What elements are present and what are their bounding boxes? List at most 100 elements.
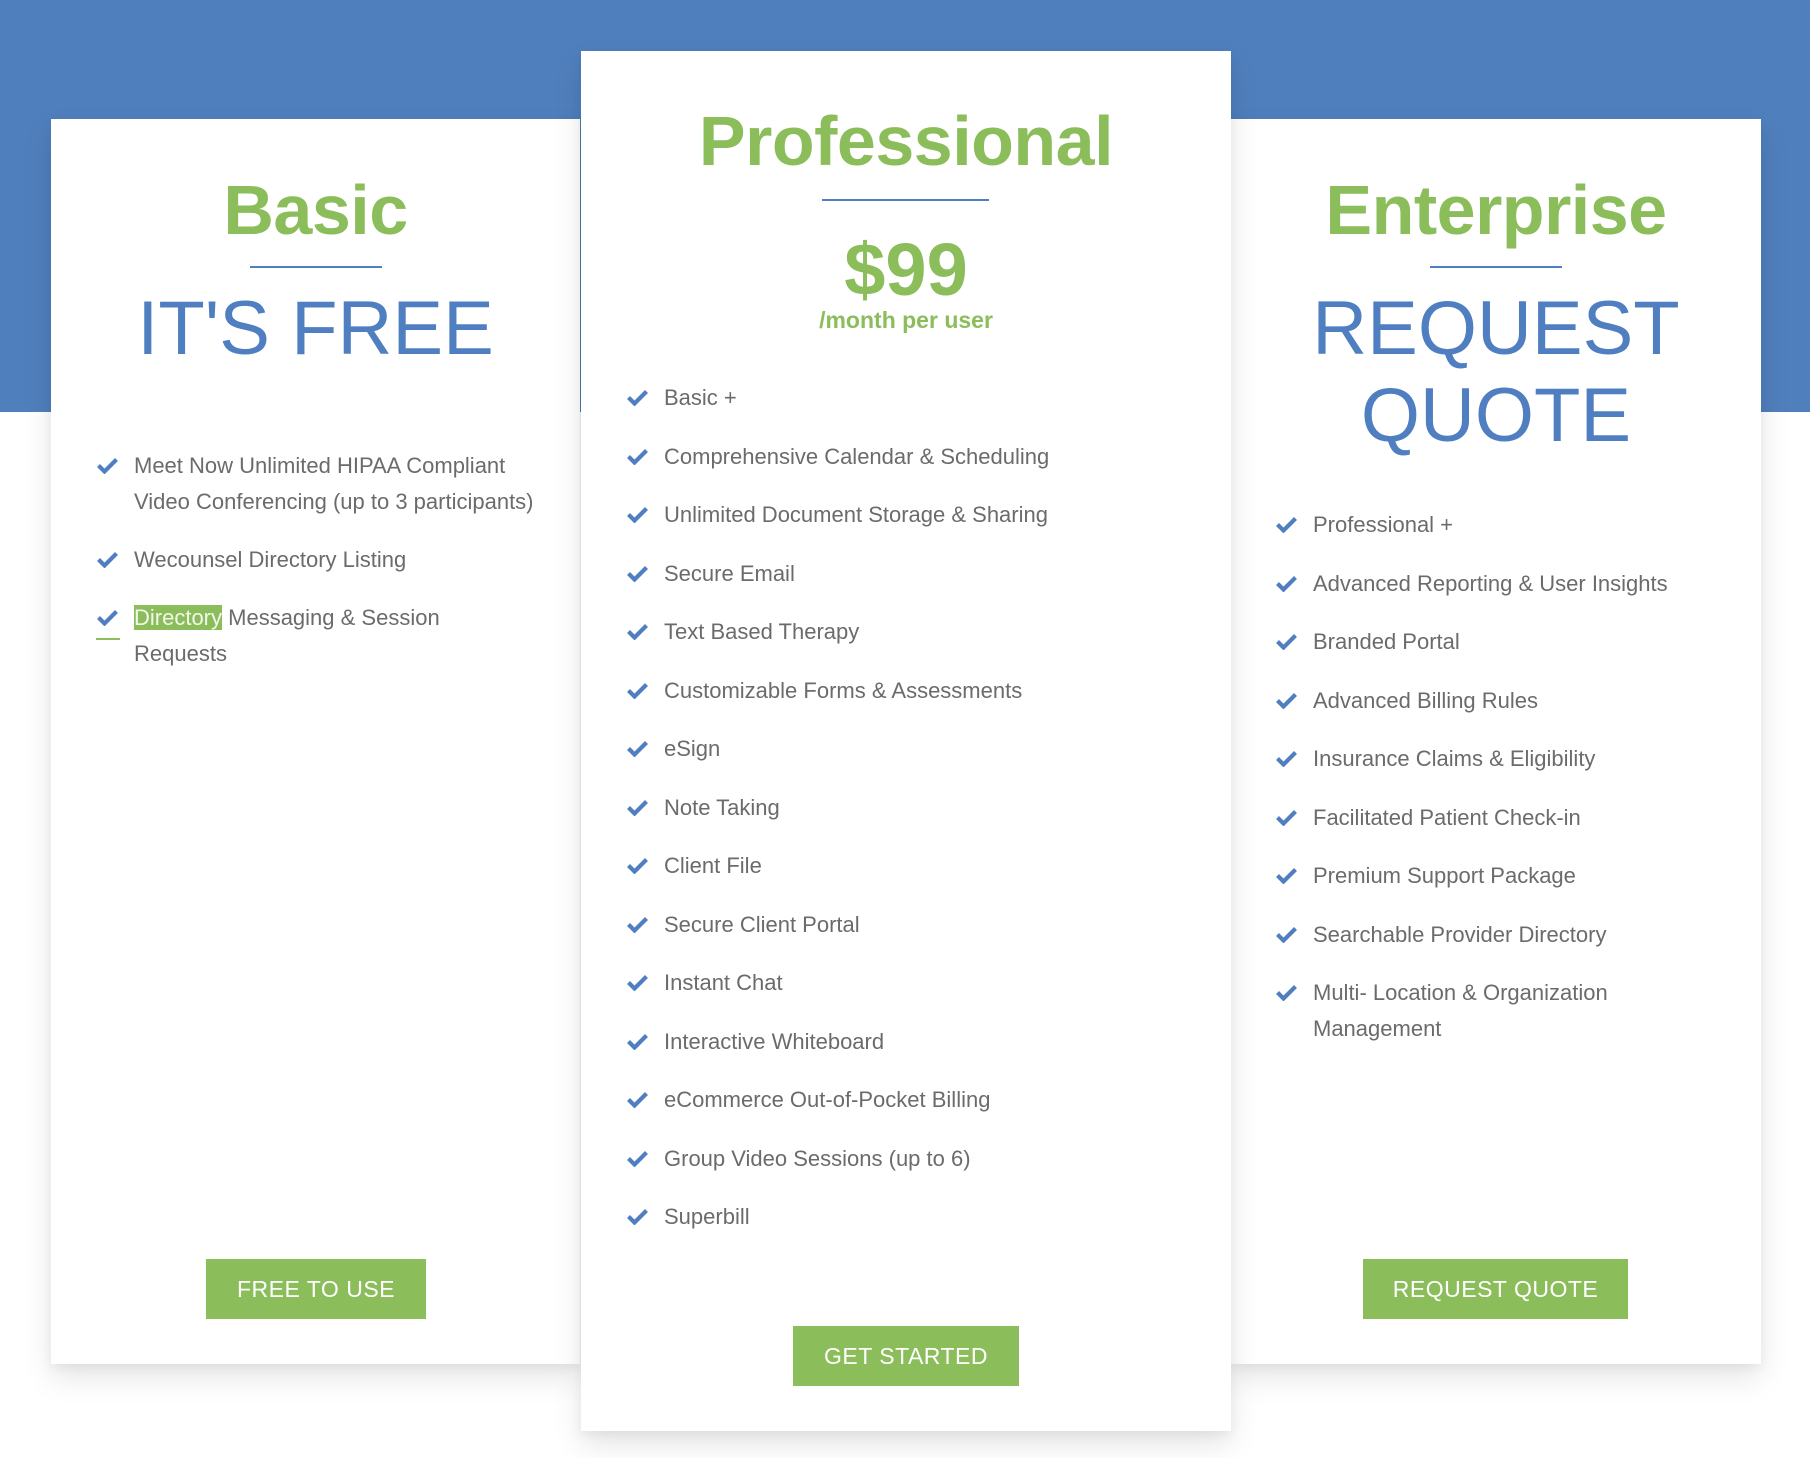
check-icon xyxy=(1276,926,1297,943)
feature-item: Multi- Location & Organization Managemen… xyxy=(1276,975,1726,1047)
feature-label: Note Taking xyxy=(664,794,780,820)
check-icon xyxy=(1276,633,1297,650)
feature-label: Advanced Reporting & User Insights xyxy=(1313,570,1668,596)
feature-label: Professional + xyxy=(1313,512,1454,537)
title-divider xyxy=(822,199,989,201)
feature-label: Unlimited Document Storage & Sharing xyxy=(664,502,1048,527)
check-icon xyxy=(97,551,118,568)
check-icon xyxy=(627,1033,648,1050)
check-icon xyxy=(1276,867,1297,884)
check-icon xyxy=(627,1208,648,1225)
plan-headline: IT'S FREE xyxy=(51,285,580,372)
feature-item: Note Taking xyxy=(627,790,1207,826)
check-icon xyxy=(627,682,648,699)
feature-item: Meet Now Unlimited HIPAA Compliant Video… xyxy=(97,448,537,520)
plan-headline: REQUEST QUOTE xyxy=(1231,285,1761,459)
headline-line: QUOTE xyxy=(1360,373,1632,458)
plan-title: Basic xyxy=(223,171,408,249)
feature-item: Professional + xyxy=(1276,507,1726,543)
feature-label: Superbill xyxy=(664,1204,750,1229)
price-period: /month per user xyxy=(819,307,993,333)
feature-label: Advanced Billing Rules xyxy=(1313,687,1539,713)
feature-item: Advanced Reporting & User Insights xyxy=(1276,566,1726,602)
feature-label: Secure Client Portal xyxy=(664,911,860,937)
feature-item: Secure Client Portal xyxy=(627,907,1207,943)
feature-label: eSign xyxy=(664,736,721,761)
feature-item: eSign xyxy=(627,731,1207,767)
feature-list: Professional + Advanced Reporting & User … xyxy=(1276,507,1726,1070)
feature-item: Basic + xyxy=(627,380,1207,416)
feature-item: Comprehensive Calendar & Scheduling xyxy=(627,439,1207,475)
feature-label: Interactive Whiteboard xyxy=(664,1028,885,1054)
feature-item: Secure Email xyxy=(627,556,1207,592)
check-icon xyxy=(627,974,648,991)
focus-underline xyxy=(96,638,120,640)
feature-label: Basic + xyxy=(664,385,737,410)
feature-label: Branded Portal xyxy=(1313,629,1460,654)
pricing-card-professional: Professional $99 /month per user Basic +… xyxy=(581,51,1231,1431)
check-icon xyxy=(1276,984,1297,1001)
feature-item: Advanced Billing Rules xyxy=(1276,683,1726,719)
request-quote-button[interactable]: REQUEST QUOTE xyxy=(1363,1259,1628,1319)
check-icon xyxy=(627,506,648,523)
feature-item: Unlimited Document Storage & Sharing xyxy=(627,497,1207,533)
check-icon xyxy=(627,565,648,582)
check-icon xyxy=(97,457,118,474)
check-icon xyxy=(627,916,648,933)
check-icon xyxy=(97,609,118,626)
pricing-card-basic: Basic IT'S FREE Meet Now Unlimited HIPAA… xyxy=(51,119,580,1364)
feature-item: Instant Chat xyxy=(627,965,1207,1001)
feature-item: Customizable Forms & Assessments xyxy=(627,673,1207,709)
headline-line: REQUEST xyxy=(1312,286,1680,371)
feature-label: Insurance Claims & Eligibility xyxy=(1313,746,1596,771)
feature-label: Client File xyxy=(664,853,762,878)
feature-label: Secure Email xyxy=(664,560,795,586)
plan-title: Enterprise xyxy=(1325,171,1667,249)
feature-label: Facilitated Patient Check-in xyxy=(1313,804,1581,830)
plan-price: $99 xyxy=(844,228,968,311)
feature-list: Basic + Comprehensive Calendar & Scheduli… xyxy=(627,380,1207,1258)
check-icon xyxy=(627,740,648,757)
check-icon xyxy=(1276,809,1297,826)
free-to-use-button[interactable]: FREE TO USE xyxy=(206,1259,426,1319)
feature-label: Meet Now Unlimited HIPAA Compliant Video… xyxy=(134,453,534,514)
feature-label: Searchable Provider Directory xyxy=(1313,921,1607,947)
check-icon xyxy=(627,448,648,465)
feature-list: Meet Now Unlimited HIPAA Compliant Video… xyxy=(96,448,537,694)
feature-item: Insurance Claims & Eligibility xyxy=(1276,741,1726,777)
feature-item: Facilitated Patient Check-in xyxy=(1276,800,1726,836)
title-divider xyxy=(1430,266,1562,268)
feature-item: Searchable Provider Directory xyxy=(1276,917,1726,953)
feature-item: eCommerce Out-of-Pocket Billing xyxy=(627,1082,1207,1118)
selected-text-highlight[interactable]: Directory xyxy=(134,605,223,630)
check-icon xyxy=(1276,750,1297,767)
check-icon xyxy=(1276,516,1297,533)
check-icon xyxy=(627,1150,648,1167)
headline-line: IT'S FREE xyxy=(137,286,494,371)
feature-item: Client File xyxy=(627,848,1207,884)
check-icon xyxy=(1276,692,1297,709)
check-icon xyxy=(627,389,648,406)
feature-item: Text Based Therapy xyxy=(627,614,1207,650)
feature-item: Interactive Whiteboard xyxy=(627,1024,1207,1060)
title-divider xyxy=(250,266,382,268)
feature-item: Wecounsel Directory Listing xyxy=(97,542,537,578)
feature-label: Premium Support Package xyxy=(1313,863,1576,888)
feature-item: Directory Messaging & Session Requests xyxy=(96,600,537,672)
check-icon xyxy=(627,1091,648,1108)
plan-title: Professional xyxy=(698,102,1114,180)
feature-item: Branded Portal xyxy=(1276,624,1726,660)
feature-label: Comprehensive Calendar & Scheduling xyxy=(664,443,1050,469)
feature-label: Group Video Sessions (up to 6) xyxy=(664,1145,971,1171)
feature-item: Premium Support Package xyxy=(1276,858,1726,894)
feature-label: Wecounsel Directory Listing xyxy=(134,547,407,572)
get-started-button[interactable]: GET STARTED xyxy=(793,1326,1019,1386)
feature-label: Multi- Location & Organization Managemen… xyxy=(1313,980,1608,1041)
check-icon xyxy=(627,799,648,816)
feature-label: Instant Chat xyxy=(664,970,783,995)
pricing-card-enterprise: Enterprise REQUEST QUOTE Professional + A… xyxy=(1231,119,1761,1364)
feature-label: eCommerce Out-of-Pocket Billing xyxy=(664,1087,991,1112)
feature-label: Text Based Therapy xyxy=(664,619,860,644)
feature-item: Group Video Sessions (up to 6) xyxy=(627,1141,1207,1177)
check-icon xyxy=(1276,575,1297,592)
